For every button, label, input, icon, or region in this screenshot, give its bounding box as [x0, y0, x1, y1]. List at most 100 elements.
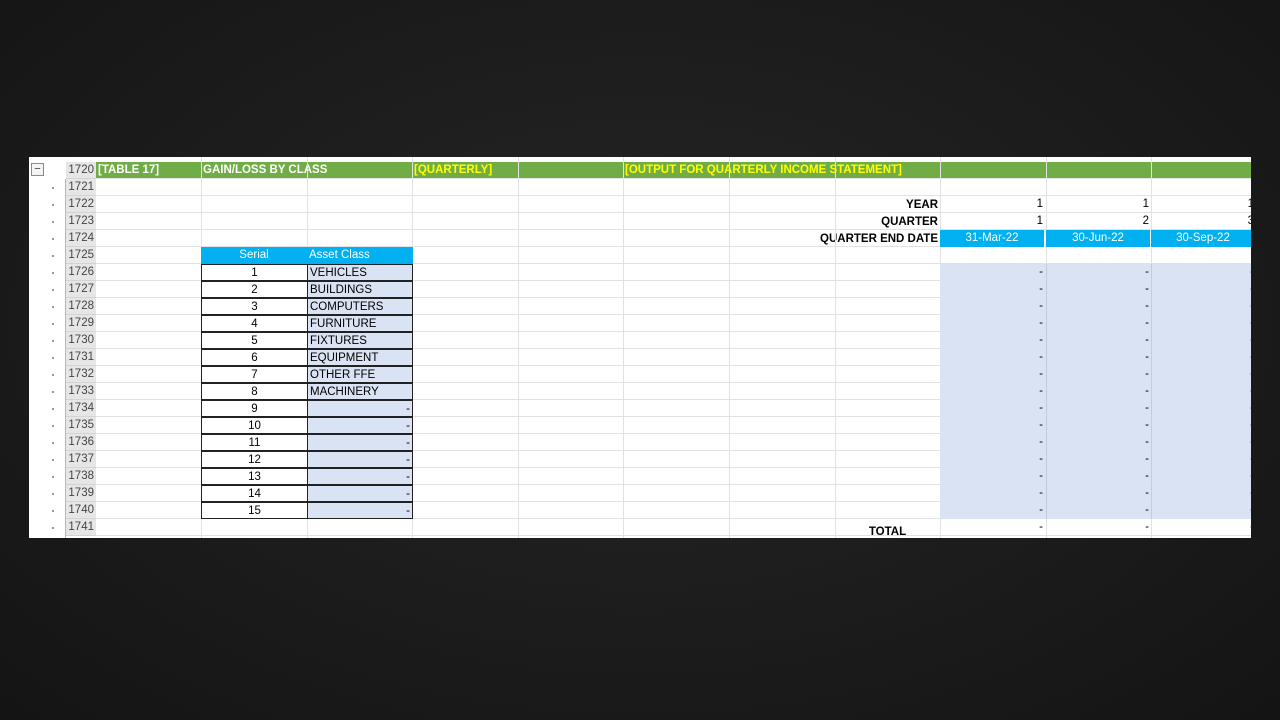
- gain-loss-value-cell[interactable]: -: [1151, 485, 1251, 502]
- gain-loss-value-cell[interactable]: -: [940, 485, 1045, 502]
- serial-cell[interactable]: 8: [201, 383, 308, 400]
- serial-cell[interactable]: 12: [201, 451, 308, 468]
- row-header[interactable]: 1739: [66, 485, 96, 502]
- row-header[interactable]: 1724: [66, 230, 96, 247]
- row-header[interactable]: 1726: [66, 264, 96, 281]
- gain-loss-value-cell[interactable]: -: [1046, 315, 1151, 332]
- row-header[interactable]: 1735: [66, 417, 96, 434]
- asset-class-cell[interactable]: -: [307, 400, 413, 417]
- gain-loss-value-cell[interactable]: -: [940, 417, 1045, 434]
- quarter-value-cell[interactable]: 3: [1151, 213, 1251, 230]
- gain-loss-value-cell[interactable]: -: [940, 366, 1045, 383]
- row-header[interactable]: 1733: [66, 383, 96, 400]
- year-value-cell[interactable]: 1: [1046, 196, 1151, 213]
- serial-cell[interactable]: 11: [201, 434, 308, 451]
- row-header[interactable]: 1731: [66, 349, 96, 366]
- gain-loss-value-cell[interactable]: -: [1151, 366, 1251, 383]
- asset-class-cell[interactable]: -: [307, 468, 413, 485]
- row-header[interactable]: 1729: [66, 315, 96, 332]
- gain-loss-value-cell[interactable]: -: [1046, 434, 1151, 451]
- gain-loss-value-cell[interactable]: -: [940, 315, 1045, 332]
- collapse-group-button[interactable]: −: [31, 163, 44, 176]
- asset-class-cell[interactable]: FIXTURES: [307, 332, 413, 349]
- gain-loss-value-cell[interactable]: -: [1151, 417, 1251, 434]
- gain-loss-value-cell[interactable]: -: [940, 468, 1045, 485]
- gain-loss-value-cell[interactable]: -: [1046, 451, 1151, 468]
- total-value-cell[interactable]: -: [1046, 519, 1151, 536]
- asset-class-cell[interactable]: -: [307, 502, 413, 519]
- serial-cell[interactable]: 2: [201, 281, 308, 298]
- gain-loss-value-cell[interactable]: -: [940, 400, 1045, 417]
- gain-loss-value-cell[interactable]: -: [1151, 468, 1251, 485]
- gain-loss-value-cell[interactable]: -: [1151, 298, 1251, 315]
- serial-cell[interactable]: 14: [201, 485, 308, 502]
- row-header[interactable]: 1738: [66, 468, 96, 485]
- row-header[interactable]: 1736: [66, 434, 96, 451]
- asset-class-cell[interactable]: MACHINERY: [307, 383, 413, 400]
- row-header[interactable]: 1740: [66, 502, 96, 519]
- asset-class-cell[interactable]: EQUIPMENT: [307, 349, 413, 366]
- asset-class-cell[interactable]: COMPUTERS: [307, 298, 413, 315]
- gain-loss-value-cell[interactable]: -: [1151, 315, 1251, 332]
- gain-loss-value-cell[interactable]: -: [1151, 434, 1251, 451]
- serial-cell[interactable]: 15: [201, 502, 308, 519]
- gain-loss-value-cell[interactable]: -: [1046, 400, 1151, 417]
- gain-loss-value-cell[interactable]: -: [1151, 400, 1251, 417]
- gain-loss-value-cell[interactable]: -: [940, 298, 1045, 315]
- row-header[interactable]: 1732: [66, 366, 96, 383]
- row-header[interactable]: 1727: [66, 281, 96, 298]
- quarter-end-date-cell[interactable]: 31-Mar-22: [940, 230, 1045, 247]
- quarter-end-date-cell[interactable]: 30-Sep-22: [1151, 230, 1251, 247]
- row-header[interactable]: 1725: [66, 247, 96, 264]
- gain-loss-value-cell[interactable]: -: [940, 383, 1045, 400]
- gain-loss-value-cell[interactable]: -: [940, 502, 1045, 519]
- serial-cell[interactable]: 4: [201, 315, 308, 332]
- row-header[interactable]: 1737: [66, 451, 96, 468]
- gain-loss-value-cell[interactable]: -: [1151, 349, 1251, 366]
- row-header[interactable]: 1723: [66, 213, 96, 230]
- gain-loss-value-cell[interactable]: -: [940, 281, 1045, 298]
- gain-loss-value-cell[interactable]: -: [1151, 383, 1251, 400]
- gain-loss-value-cell[interactable]: -: [1046, 366, 1151, 383]
- quarter-value-cell[interactable]: 2: [1046, 213, 1151, 230]
- gain-loss-value-cell[interactable]: -: [1151, 264, 1251, 281]
- gain-loss-value-cell[interactable]: -: [1046, 332, 1151, 349]
- quarter-value-cell[interactable]: 1: [940, 213, 1045, 230]
- asset-class-cell[interactable]: -: [307, 451, 413, 468]
- gain-loss-value-cell[interactable]: -: [940, 451, 1045, 468]
- serial-cell[interactable]: 6: [201, 349, 308, 366]
- asset-class-cell[interactable]: VEHICLES: [307, 264, 413, 281]
- serial-cell[interactable]: 1: [201, 264, 308, 281]
- gain-loss-value-cell[interactable]: -: [1046, 468, 1151, 485]
- gain-loss-value-cell[interactable]: -: [1046, 281, 1151, 298]
- serial-cell[interactable]: 5: [201, 332, 308, 349]
- gain-loss-value-cell[interactable]: -: [1046, 298, 1151, 315]
- total-value-cell[interactable]: -: [1151, 519, 1251, 536]
- serial-cell[interactable]: 9: [201, 400, 308, 417]
- asset-class-cell[interactable]: -: [307, 485, 413, 502]
- gain-loss-value-cell[interactable]: -: [940, 434, 1045, 451]
- year-value-cell[interactable]: 1: [940, 196, 1045, 213]
- asset-class-cell[interactable]: -: [307, 417, 413, 434]
- gain-loss-value-cell[interactable]: -: [1046, 502, 1151, 519]
- quarter-end-date-cell[interactable]: 30-Jun-22: [1046, 230, 1151, 247]
- asset-class-cell[interactable]: OTHER FFE: [307, 366, 413, 383]
- total-value-cell[interactable]: -: [940, 519, 1045, 536]
- row-header[interactable]: 1722: [66, 196, 96, 213]
- row-header[interactable]: 1728: [66, 298, 96, 315]
- serial-cell[interactable]: 7: [201, 366, 308, 383]
- row-header[interactable]: 1720: [66, 162, 96, 179]
- row-header[interactable]: 1741: [66, 519, 96, 536]
- row-header[interactable]: 1721: [66, 179, 96, 196]
- row-header[interactable]: 1730: [66, 332, 96, 349]
- year-value-cell[interactable]: 1: [1151, 196, 1251, 213]
- gain-loss-value-cell[interactable]: -: [1151, 502, 1251, 519]
- gain-loss-value-cell[interactable]: -: [1151, 451, 1251, 468]
- asset-class-cell[interactable]: BUILDINGS: [307, 281, 413, 298]
- gain-loss-value-cell[interactable]: -: [1151, 281, 1251, 298]
- gain-loss-value-cell[interactable]: -: [940, 332, 1045, 349]
- row-header[interactable]: 1734: [66, 400, 96, 417]
- serial-cell[interactable]: 3: [201, 298, 308, 315]
- gain-loss-value-cell[interactable]: -: [1046, 264, 1151, 281]
- gain-loss-value-cell[interactable]: -: [1046, 349, 1151, 366]
